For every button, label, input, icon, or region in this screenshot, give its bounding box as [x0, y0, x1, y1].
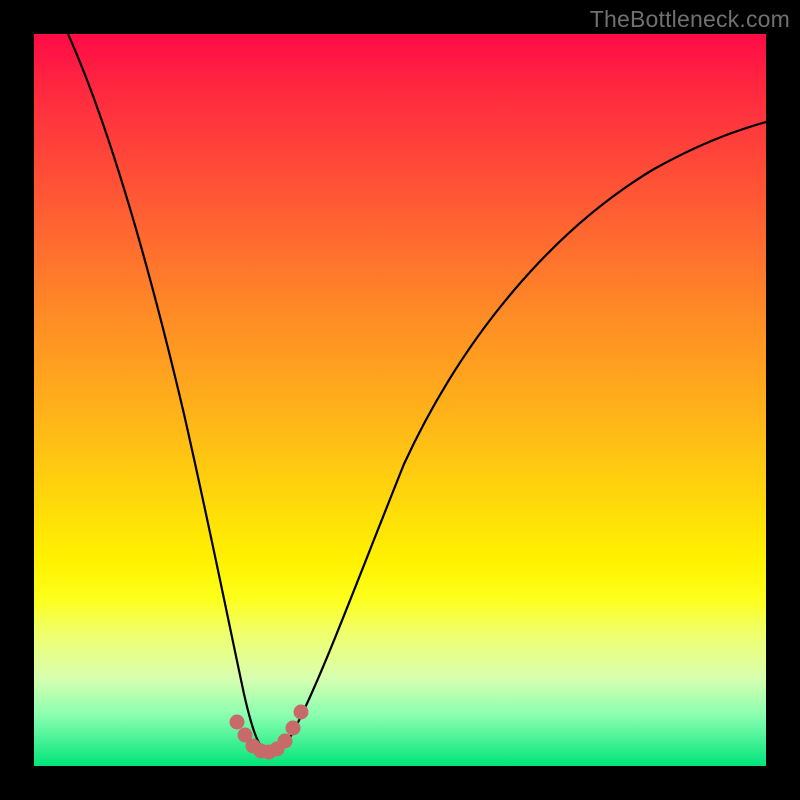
marker-group — [230, 705, 309, 760]
marker-dot — [230, 715, 245, 730]
marker-dot — [278, 734, 293, 749]
chart-frame: TheBottleneck.com — [0, 0, 800, 800]
curve-group — [68, 34, 766, 753]
bottleneck-curve — [68, 34, 766, 753]
marker-dot — [286, 721, 301, 736]
watermark-text: TheBottleneck.com — [590, 6, 790, 33]
chart-svg — [34, 34, 766, 766]
marker-dot — [294, 705, 309, 720]
chart-plot-area — [34, 34, 766, 766]
